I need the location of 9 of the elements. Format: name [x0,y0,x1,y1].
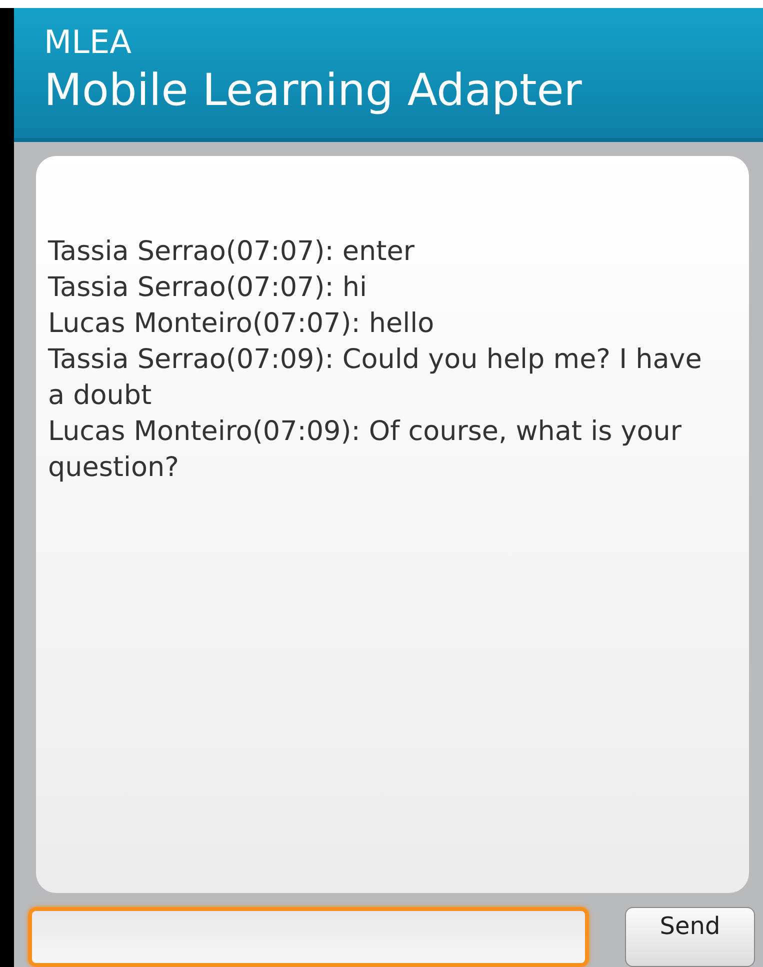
chat-message: Tassia Serrao(07:07): enter [48,235,416,269]
chat-message: Lucas Monteiro(07:07): hello [48,307,436,341]
chat-message: Tassia Serrao(07:07): hi [48,271,368,305]
message-field[interactable] [28,907,589,967]
app-name: MLEA [44,22,133,62]
chat-message: Lucas Monteiro(07:09): Of course, what is your question? [48,415,682,485]
send-button[interactable]: Send [625,907,755,967]
chat-message: Tassia Serrao(07:09): Could you help me? I have a doubt [48,343,703,413]
app-title: Mobile Learning Adapter [44,64,583,118]
